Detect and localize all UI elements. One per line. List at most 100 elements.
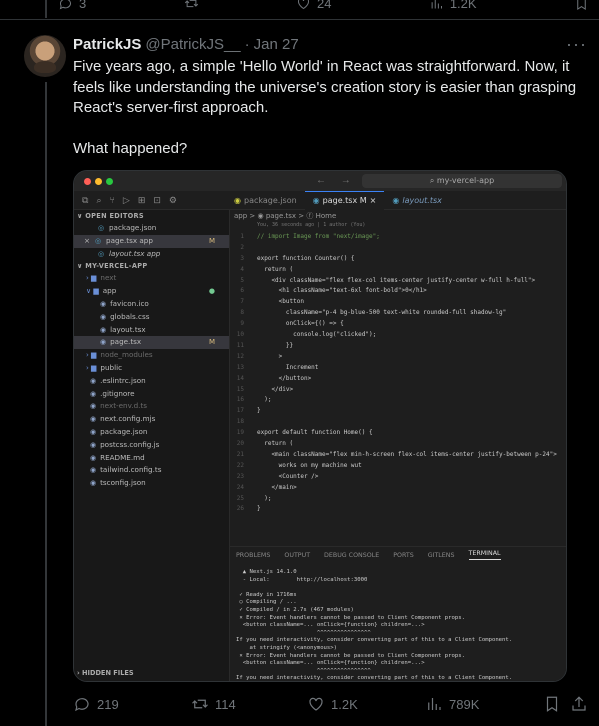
reply-count: 219: [97, 696, 119, 712]
share-icon: [572, 696, 586, 711]
file-tree-item[interactable]: ◉ README.md: [74, 452, 229, 465]
divider: [0, 19, 599, 20]
prev-reply-button[interactable]: 3: [58, 0, 86, 11]
close-tab-icon: ×: [369, 196, 377, 205]
avatar[interactable]: [24, 35, 66, 77]
hidden-files-header: › HIDDEN FILES: [77, 669, 134, 677]
line-number: 14: [236, 374, 244, 382]
close-window-icon: [84, 177, 91, 185]
code-line: export function Counter() {: [257, 254, 355, 262]
previous-tweet-actions: 3 24 1.2K: [58, 0, 589, 12]
bookmark-icon: [577, 0, 586, 10]
close-icon: ×: [84, 235, 91, 245]
code-editor: app > ◉ page.tsx > ⓕ Home You, 36 second…: [230, 210, 566, 681]
file-icon: ◉: [100, 325, 107, 334]
more-options-icon[interactable]: ···: [566, 34, 587, 55]
heart-icon: [309, 697, 323, 711]
file-tree-item[interactable]: ◉ .eslintrc.json: [74, 375, 229, 388]
file-tree-item[interactable]: › ▆ node_modules: [74, 349, 229, 362]
source-control-icon: ⑂: [109, 194, 115, 205]
minimize-window-icon: [95, 177, 102, 185]
remote-icon: ⊡: [153, 194, 161, 205]
code-line: <h1 className="text-6xl font-bold">0</h1…: [257, 287, 427, 295]
code-line: You, 36 seconds ago | 1 author (You): [257, 222, 366, 228]
file-tree-item[interactable]: › ▆ next: [74, 272, 229, 285]
line-number: 19: [236, 429, 244, 437]
file-tree-item[interactable]: ◉ favicon.ico: [74, 298, 229, 311]
tsx-icon: ◉: [392, 195, 400, 205]
tab-package-json: ◉ package.json: [226, 191, 305, 210]
file-icon: ◎: [94, 236, 102, 245]
panel-tab[interactable]: TERMINAL: [468, 550, 501, 560]
like-button[interactable]: 1.2K: [307, 695, 358, 713]
prev-bookmark-button[interactable]: [574, 0, 589, 11]
share-button[interactable]: [570, 695, 588, 713]
file-tree-item[interactable]: ◉ postcss.config.js: [74, 439, 229, 452]
file-tree-item[interactable]: ◉ tsconfig.json: [74, 477, 229, 490]
panel-tab[interactable]: PROBLEMS: [236, 552, 270, 559]
tweet-actions: 219 114 1.2K 789K: [73, 694, 589, 714]
line-number: 21: [236, 450, 244, 458]
search-icon: ⌕: [96, 194, 102, 205]
line-number: 17: [236, 407, 244, 415]
file-tree-item[interactable]: ◉ layout.tsx: [74, 324, 229, 337]
prev-views[interactable]: 1.2K: [429, 0, 477, 11]
panel-tab[interactable]: DEBUG CONSOLE: [324, 552, 379, 559]
line-number: 9: [240, 320, 244, 328]
tweet-container: 3 24 1.2K PatrickJS @PatrickJS__ · Jan 2…: [0, 0, 599, 726]
file-icon: ◉: [100, 338, 107, 347]
code-line: <button: [257, 298, 304, 306]
command-search: ⌕ my-vercel-app: [362, 174, 562, 188]
panel-tab[interactable]: PORTS: [393, 552, 414, 559]
bookmark-button[interactable]: [543, 695, 561, 713]
views-icon: [431, 0, 442, 8]
file-tree-item[interactable]: ∨ ▆ app ●: [74, 285, 229, 298]
code-line: </div>: [257, 385, 294, 393]
retweet-icon: [192, 699, 208, 709]
code-line: <main className="flex min-h-screen flex-…: [257, 450, 557, 458]
breadcrumb: app > ◉ page.tsx > ⓕ Home: [234, 212, 337, 220]
prev-retweet-button[interactable]: [184, 0, 199, 11]
files-icon: ⧉: [82, 194, 89, 205]
thread-line-top: [45, 0, 47, 18]
views-button[interactable]: 789K: [425, 695, 479, 713]
file-icon: ◉: [90, 466, 97, 475]
run-icon: ▷: [122, 194, 130, 205]
retweet-button[interactable]: 114: [191, 695, 236, 713]
vscode-titlebar: ← → ⌕ my-vercel-app: [74, 171, 566, 191]
explorer-toolbar-icons: ⧉ ⌕ ⑂ ▷ ⊞ ⊡ ⚙: [74, 195, 226, 206]
file-tree-item[interactable]: ◉ globals.css: [74, 311, 229, 324]
code-line: }}: [257, 341, 294, 349]
panel-tab[interactable]: OUTPUT: [284, 552, 310, 559]
file-icon: ◎: [97, 249, 105, 258]
file-tree-item[interactable]: ◉ .gitignore: [74, 388, 229, 401]
vscode-body: ∨ OPEN EDITORS ◎ package.json × ◎ page.tsx a…: [74, 210, 566, 681]
tweet-paragraph-2: What happened?: [73, 139, 188, 157]
open-editor-item[interactable]: ◎ package.json: [74, 222, 229, 235]
code-line: <Counter />: [257, 472, 319, 480]
open-editor-item[interactable]: × ◎ page.tsx app M: [74, 234, 229, 248]
file-icon: ◉: [90, 376, 97, 385]
file-tree-item[interactable]: ◉ next.config.mjs: [74, 413, 229, 426]
open-editor-item[interactable]: ◎ layout.tsx app: [74, 248, 229, 261]
prev-like-button[interactable]: 24: [296, 0, 331, 11]
file-tree-item[interactable]: ◉ tailwind.config.ts: [74, 464, 229, 477]
author-handle[interactable]: @PatrickJS__: [145, 36, 240, 53]
file-tree-item[interactable]: ◉ next-env.d.ts: [74, 400, 229, 413]
code-line: </button>: [257, 374, 312, 382]
code-line: export default function Home() {: [257, 429, 373, 437]
line-number: 13: [236, 363, 244, 371]
open-editors-list: ◎ package.json × ◎ page.tsx app M ◎ layout.tsx …: [74, 222, 229, 260]
panel-tab[interactable]: GITLENS: [428, 552, 455, 559]
vscode-toolbar: ⧉ ⌕ ⑂ ▷ ⊞ ⊡ ⚙ ◉ package.json ◉ page.tsx M ×…: [74, 190, 566, 210]
tweet-date[interactable]: Jan 27: [254, 36, 299, 53]
code-line: return (: [257, 440, 294, 447]
file-tree-item[interactable]: › ▆ public: [74, 362, 229, 375]
reply-button[interactable]: 219: [73, 695, 119, 713]
code-line: >: [257, 352, 283, 360]
tweet-image[interactable]: ← → ⌕ my-vercel-app ⧉ ⌕ ⑂ ▷ ⊞ ⊡ ⚙ ◉ packa…: [73, 170, 567, 682]
editor-tabs: ◉ package.json ◉ page.tsx M × ◉ layout.tsx: [226, 190, 450, 210]
file-tree-item[interactable]: ◉ page.tsx M: [74, 336, 229, 350]
file-tree-item[interactable]: ◉ package.json: [74, 426, 229, 439]
author-name[interactable]: PatrickJS: [73, 36, 141, 53]
